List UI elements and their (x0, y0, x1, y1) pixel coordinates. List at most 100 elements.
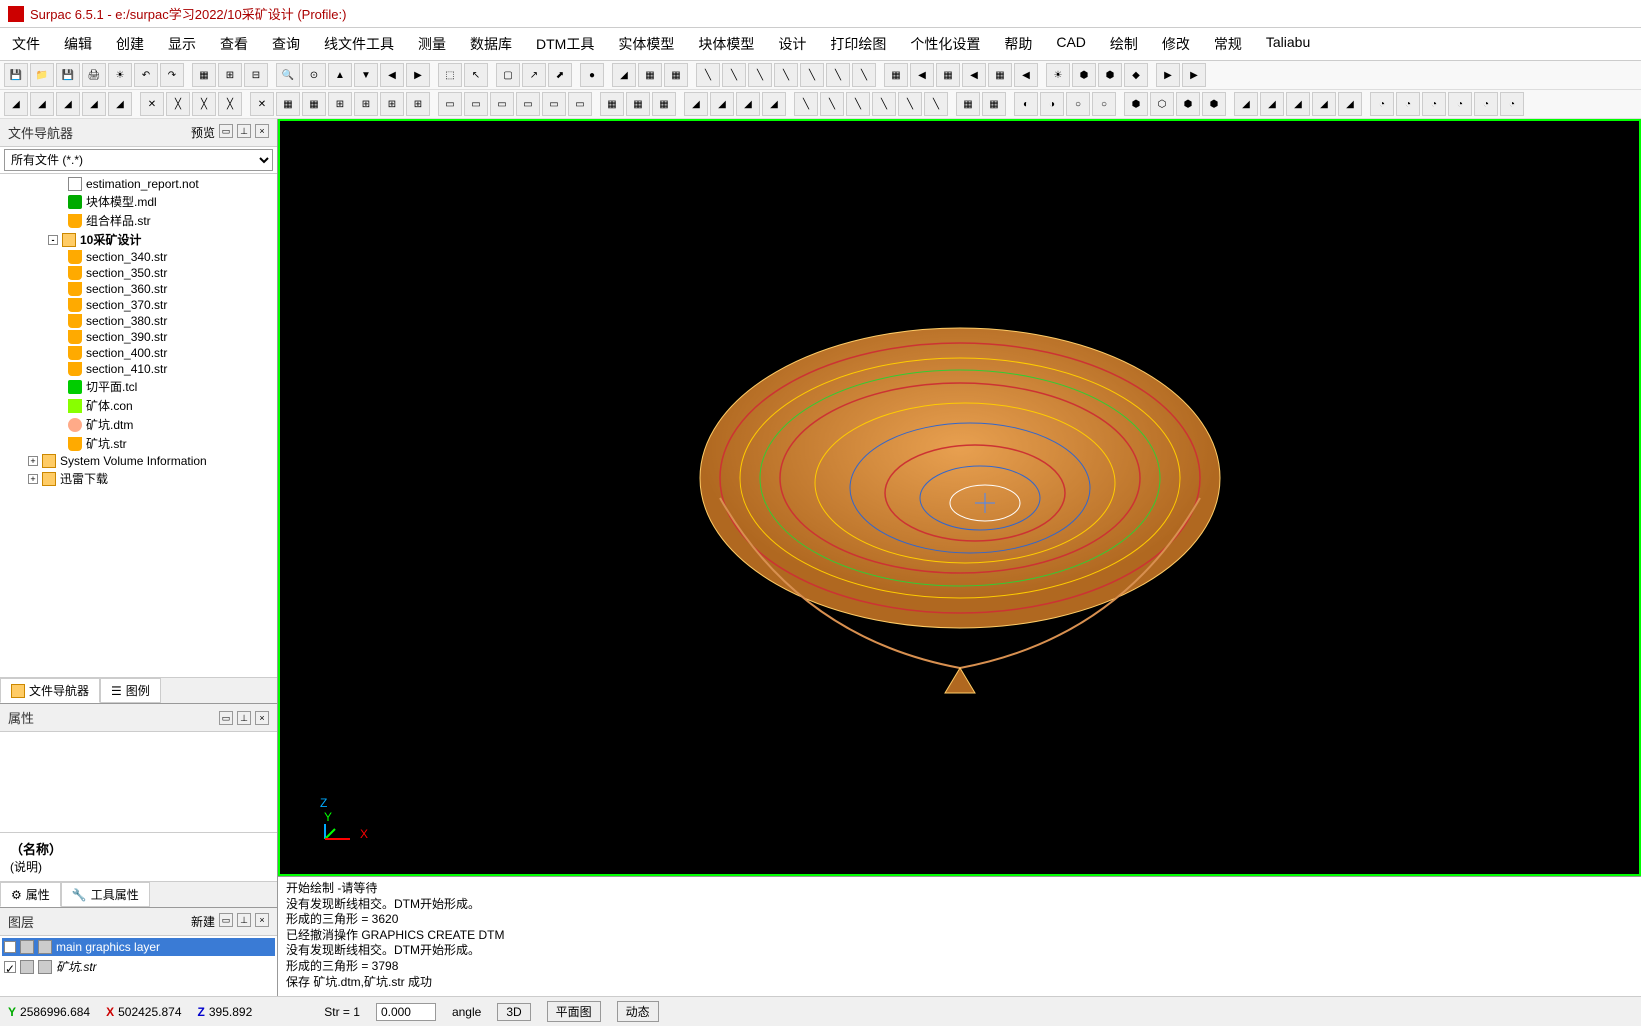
toolbar-button[interactable]: ⊟ (244, 63, 268, 87)
menu-item[interactable]: 文件 (8, 32, 44, 56)
toolbar-button[interactable]: ◢ (1260, 92, 1284, 116)
toolbar-button[interactable]: ╲ (924, 92, 948, 116)
toolbar-button[interactable]: ╲ (820, 92, 844, 116)
str-input[interactable] (376, 1003, 436, 1021)
toolbar-button[interactable]: ⬚ (438, 63, 462, 87)
mode-3d-button[interactable]: 3D (497, 1003, 530, 1021)
menu-item[interactable]: 查询 (268, 32, 304, 56)
toolbar-button[interactable]: ▦ (988, 63, 1012, 87)
toolbar-button[interactable]: ◔ (1474, 92, 1498, 116)
toolbar-button[interactable]: ◔ (1396, 92, 1420, 116)
toolbar-button[interactable]: ╲ (800, 63, 824, 87)
toolbar-button[interactable]: ▭ (438, 92, 462, 116)
toolbar-button[interactable]: ⬢ (1072, 63, 1096, 87)
menu-item[interactable]: 设计 (774, 32, 810, 56)
toolbar-button[interactable]: ○ (1092, 92, 1116, 116)
toolbar-button[interactable]: ⊞ (218, 63, 242, 87)
layer-item[interactable]: main graphics layer (2, 938, 275, 956)
dynamic-button[interactable]: 动态 (617, 1001, 659, 1022)
tree-expander-icon[interactable]: + (28, 456, 38, 466)
toolbar-button[interactable]: ▦ (884, 63, 908, 87)
menu-item[interactable]: 绘制 (1106, 32, 1142, 56)
toolbar-button[interactable]: ▦ (302, 92, 326, 116)
toolbar-button[interactable]: ▦ (652, 92, 676, 116)
lock-icon[interactable] (38, 940, 52, 954)
toolbar-button[interactable]: ▢ (496, 63, 520, 87)
toolbar-button[interactable]: ▭ (516, 92, 540, 116)
toolbar-button[interactable]: ╲ (696, 63, 720, 87)
toolbar-button[interactable]: ◢ (612, 63, 636, 87)
toolbar-button[interactable]: ▦ (276, 92, 300, 116)
toolbar-button[interactable]: ▦ (626, 92, 650, 116)
tree-item[interactable]: 矿坑.dtm (2, 415, 275, 434)
panel-restore-icon[interactable]: ▭ (219, 913, 233, 927)
toolbar-button[interactable]: ╲ (846, 92, 870, 116)
toolbar-button[interactable]: ⊞ (380, 92, 404, 116)
toolbar-button[interactable]: ◢ (710, 92, 734, 116)
tab-properties[interactable]: ⚙属性 (0, 882, 61, 907)
tree-item[interactable]: section_340.str (2, 249, 275, 265)
toolbar-button[interactable]: ◔ (1370, 92, 1394, 116)
toolbar-button[interactable]: ↗ (522, 63, 546, 87)
toolbar-button[interactable]: ↶ (134, 63, 158, 87)
toolbar-button[interactable]: ◢ (56, 92, 80, 116)
toolbar-button[interactable]: ○ (1066, 92, 1090, 116)
toolbar-button[interactable]: ◢ (4, 92, 28, 116)
toolbar-button[interactable]: ◀ (1014, 63, 1038, 87)
toolbar-button[interactable]: ◢ (736, 92, 760, 116)
layer-checkbox[interactable]: ✓ (4, 961, 16, 973)
menu-item[interactable]: CAD (1052, 32, 1090, 56)
tree-item[interactable]: section_360.str (2, 281, 275, 297)
menu-item[interactable]: 测量 (414, 32, 450, 56)
toolbar-button[interactable]: ◔ (1500, 92, 1524, 116)
toolbar-button[interactable]: 💾 (4, 63, 28, 87)
tree-expander-icon[interactable]: - (48, 235, 58, 245)
toolbar-button[interactable]: ⊞ (406, 92, 430, 116)
toolbar-button[interactable]: ╳ (192, 92, 216, 116)
toolbar-button[interactable]: ☀ (1046, 63, 1070, 87)
menu-item[interactable]: 帮助 (1000, 32, 1036, 56)
tree-item[interactable]: 矿体.con (2, 396, 275, 415)
menu-item[interactable]: 创建 (112, 32, 148, 56)
menu-item[interactable]: 打印绘图 (826, 32, 890, 56)
layer-item[interactable]: ✓矿坑.str (2, 956, 275, 977)
toolbar-button[interactable]: ⬢ (1098, 63, 1122, 87)
toolbar-button[interactable]: ⬈ (548, 63, 572, 87)
toolbar-button[interactable]: ▦ (192, 63, 216, 87)
toolbar-button[interactable]: ● (580, 63, 604, 87)
toolbar-button[interactable]: ◢ (82, 92, 106, 116)
toolbar-button[interactable]: ▭ (490, 92, 514, 116)
tree-item[interactable]: -10采矿设计 (2, 230, 275, 249)
menu-item[interactable]: 线文件工具 (320, 32, 398, 56)
toolbar-button[interactable]: ◢ (684, 92, 708, 116)
tree-item[interactable]: 切平面.tcl (2, 377, 275, 396)
menu-item[interactable]: 修改 (1158, 32, 1194, 56)
toolbar-button[interactable]: ◀ (962, 63, 986, 87)
toolbar-button[interactable]: ▲ (328, 63, 352, 87)
toolbar-button[interactable]: ◢ (1312, 92, 1336, 116)
toolbar-button[interactable]: ▦ (638, 63, 662, 87)
toolbar-button[interactable]: 📁 (30, 63, 54, 87)
toolbar-button[interactable]: ⬡ (1150, 92, 1174, 116)
menu-item[interactable]: DTM工具 (532, 32, 598, 56)
toolbar-button[interactable]: ✕ (140, 92, 164, 116)
toolbar-button[interactable]: ╲ (722, 63, 746, 87)
tree-item[interactable]: section_380.str (2, 313, 275, 329)
toolbar-button[interactable]: ⊞ (328, 92, 352, 116)
preview-label[interactable]: 预览 (191, 124, 215, 141)
tree-item[interactable]: section_400.str (2, 345, 275, 361)
panel-close-icon[interactable]: × (255, 711, 269, 725)
toolbar-button[interactable]: ⬢ (1202, 92, 1226, 116)
tree-item[interactable]: estimation_report.not (2, 176, 275, 192)
lock-icon[interactable] (38, 960, 52, 974)
toolbar-button[interactable]: ◢ (1234, 92, 1258, 116)
layer-checkbox[interactable] (4, 941, 16, 953)
file-filter-select[interactable]: 所有文件 (*.*) (4, 149, 273, 171)
toolbar-button[interactable]: ▭ (464, 92, 488, 116)
toolbar-button[interactable]: ▭ (542, 92, 566, 116)
toolbar-button[interactable]: ◢ (108, 92, 132, 116)
tree-item[interactable]: +迅雷下载 (2, 469, 275, 488)
toolbar-button[interactable]: ◆ (1124, 63, 1148, 87)
tree-item[interactable]: 矿坑.str (2, 434, 275, 453)
menu-item[interactable]: 显示 (164, 32, 200, 56)
